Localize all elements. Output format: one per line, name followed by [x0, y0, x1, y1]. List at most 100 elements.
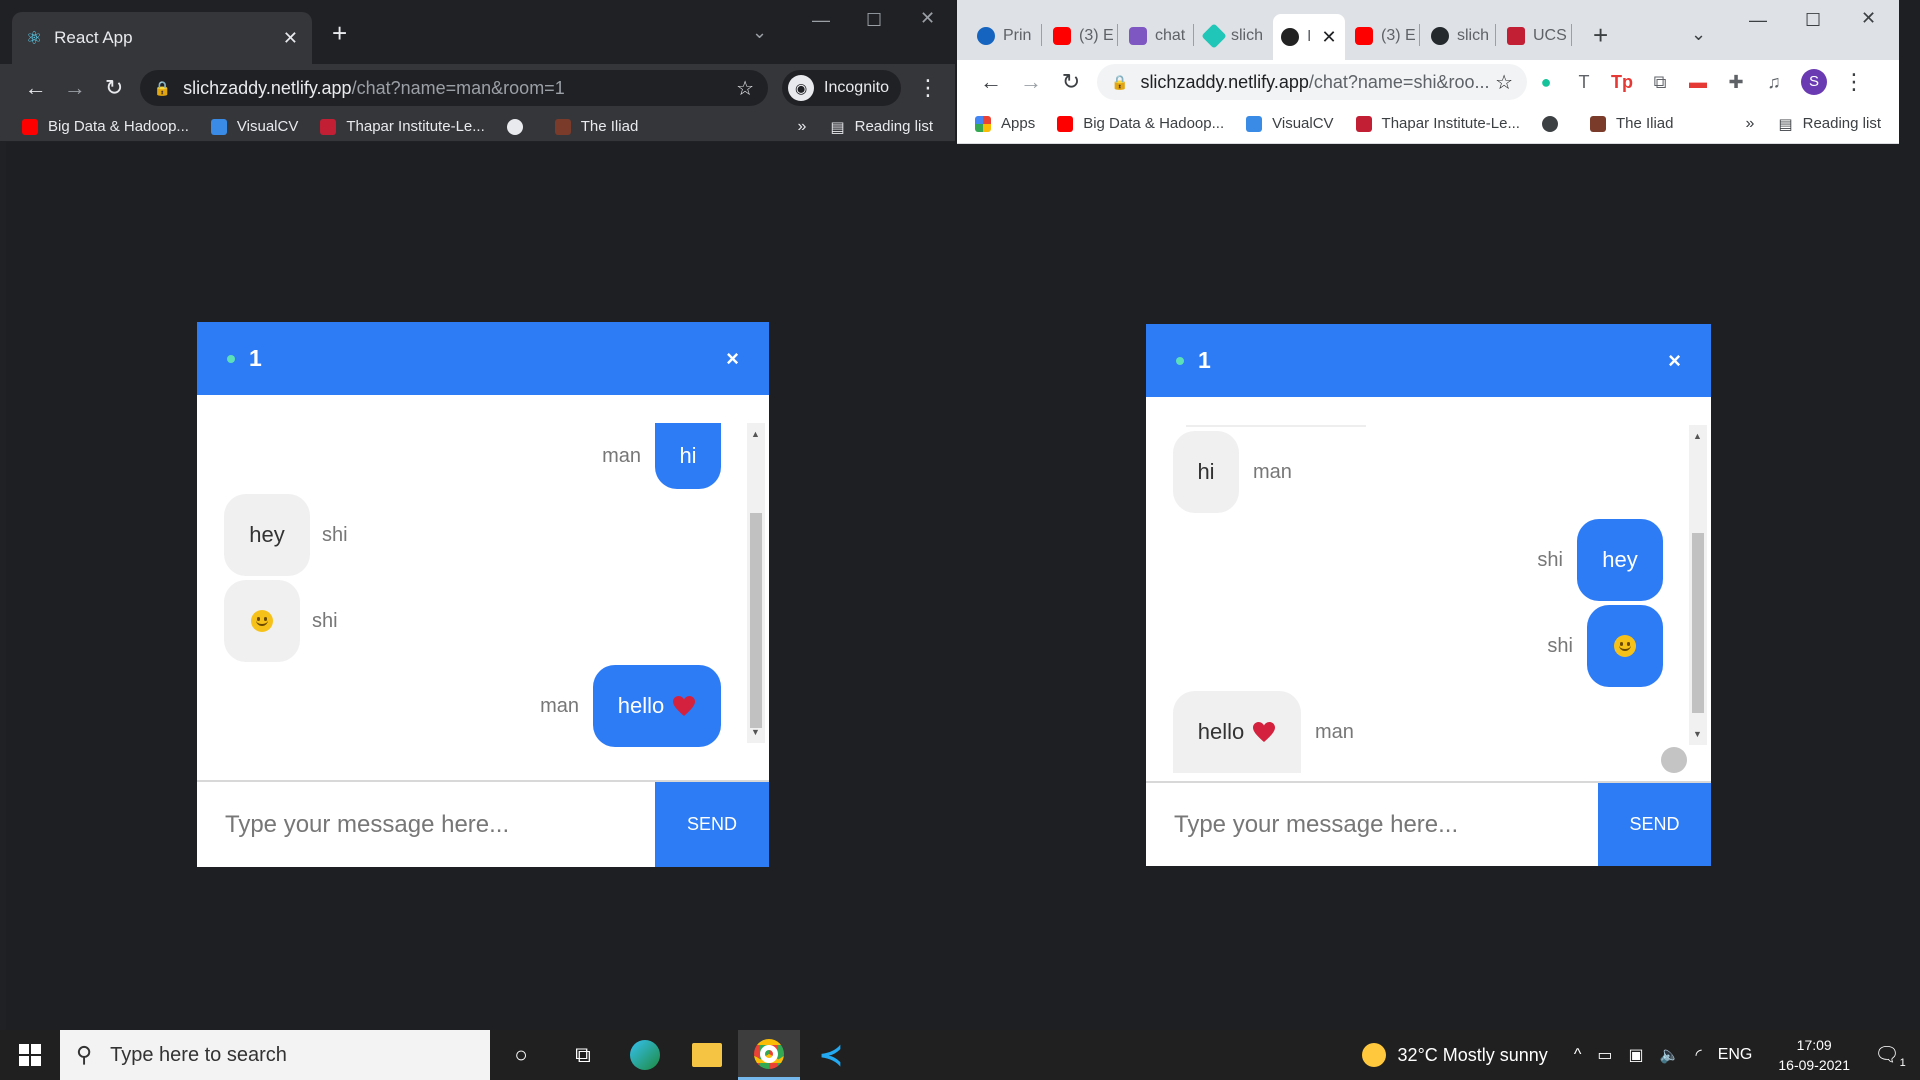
menu-kebab-icon[interactable]: ⋮: [917, 75, 939, 101]
notification-center-icon[interactable]: 🗨1: [1870, 1042, 1910, 1069]
scrollbar-thumb[interactable]: [1692, 533, 1704, 713]
text-extension-icon[interactable]: T: [1565, 72, 1603, 93]
tab-item[interactable]: UCS: [1507, 16, 1567, 56]
close-window-button[interactable]: ✕: [1861, 8, 1876, 29]
bookmark-item[interactable]: Big Data & Hadoop...: [22, 118, 189, 135]
recorder-extension-icon[interactable]: ▬: [1679, 72, 1717, 93]
translate-extension-icon[interactable]: ⧉: [1641, 72, 1679, 93]
tab-item[interactable]: (3) E: [1355, 16, 1416, 56]
more-bookmarks-icon[interactable]: »: [798, 118, 807, 136]
message-input[interactable]: [197, 782, 655, 867]
bookmark-item[interactable]: Thapar Institute-Le...: [1355, 115, 1520, 132]
scrollbar[interactable]: ▲ ▼: [747, 423, 765, 743]
bookmark-item[interactable]: Big Data & Hadoop...: [1057, 115, 1224, 132]
profile-avatar[interactable]: S: [1801, 69, 1827, 95]
tab-item[interactable]: slich: [1201, 16, 1263, 56]
send-button[interactable]: SEND: [1598, 783, 1711, 866]
maximize-button[interactable]: ☐: [1805, 10, 1821, 31]
bookmark-item[interactable]: VisualCV: [210, 118, 298, 135]
close-window-button[interactable]: ✕: [920, 8, 935, 29]
tab-search-icon[interactable]: ⌄: [752, 22, 767, 43]
file-explorer-icon[interactable]: [676, 1030, 738, 1080]
close-tab-icon[interactable]: ✕: [283, 28, 298, 49]
cortana-icon[interactable]: ○: [490, 1030, 552, 1080]
minimize-button[interactable]: —: [812, 10, 830, 31]
bookmark-item[interactable]: Thapar Institute-Le...: [320, 118, 485, 135]
reading-list-icon[interactable]: ▤: [830, 118, 844, 136]
send-button[interactable]: SEND: [655, 782, 769, 867]
reload-icon[interactable]: ↻: [94, 75, 133, 101]
volume-icon[interactable]: 🔈: [1660, 1045, 1680, 1065]
forward-icon[interactable]: →: [1011, 69, 1051, 95]
wifi-icon[interactable]: ◜: [1696, 1045, 1702, 1065]
back-icon[interactable]: ←: [16, 75, 55, 101]
maximize-button[interactable]: ☐: [866, 10, 882, 31]
tray-chevron-icon[interactable]: ^: [1574, 1046, 1582, 1064]
bookmark-item[interactable]: VisualCV: [1246, 115, 1334, 132]
reading-list-icon[interactable]: ▤: [1778, 115, 1792, 133]
message-input[interactable]: [1146, 783, 1598, 866]
scrollbar-thumb[interactable]: [750, 513, 762, 728]
edge-icon[interactable]: [614, 1030, 676, 1080]
tab-item[interactable]: slich: [1431, 16, 1489, 56]
scroll-up-arrow-icon[interactable]: ▲: [1693, 431, 1702, 441]
scroll-to-bottom-button[interactable]: [1661, 747, 1687, 773]
scroll-down-arrow-icon[interactable]: ▼: [751, 727, 760, 737]
tab-search-icon[interactable]: ⌄: [1691, 24, 1706, 45]
weather-widget[interactable]: 32°C Mostly sunny: [1361, 1043, 1548, 1067]
bookmark-item[interactable]: The Iliad: [1589, 115, 1674, 132]
start-button[interactable]: [0, 1030, 60, 1080]
media-control-icon[interactable]: ♫: [1755, 72, 1793, 93]
message-bubble: [1587, 605, 1663, 687]
more-bookmarks-icon[interactable]: »: [1746, 115, 1755, 133]
scrollbar[interactable]: ▲ ▼: [1689, 425, 1707, 745]
chrome-icon[interactable]: [738, 1030, 800, 1080]
tab-react-app[interactable]: ⚛ React App ✕: [12, 12, 312, 64]
task-view-icon[interactable]: ⧉: [552, 1030, 614, 1080]
reload-icon[interactable]: ↻: [1051, 69, 1091, 95]
bookmark-item[interactable]: [506, 118, 533, 135]
vscode-icon[interactable]: ≺: [800, 1030, 862, 1080]
scroll-up-arrow-icon[interactable]: ▲: [751, 429, 760, 439]
close-chat-button[interactable]: ×: [726, 346, 739, 372]
tab-item[interactable]: Prin: [977, 16, 1031, 56]
tp-extension-icon[interactable]: Tp: [1603, 72, 1641, 93]
tab-strip: Prin (3) E chat slich I ✕ (3) E slich UCS…: [957, 0, 1899, 60]
message-list[interactable]: hi man shi hey shi hello man ▲ ▼: [1146, 397, 1711, 781]
taskbar-search[interactable]: ⚲ Type here to search: [60, 1030, 490, 1080]
bookmark-star-icon[interactable]: ☆: [736, 76, 754, 101]
visualcv-icon: [1246, 115, 1263, 132]
forward-icon[interactable]: →: [55, 75, 94, 101]
scroll-down-arrow-icon[interactable]: ▼: [1693, 729, 1702, 739]
message-list[interactable]: man hi hey shi shi man hello ▲ ▼: [197, 395, 769, 780]
tab-item[interactable]: chat: [1129, 16, 1185, 56]
close-tab-icon[interactable]: ✕: [1321, 27, 1336, 48]
clock[interactable]: 17:09 16-09-2021: [1778, 1035, 1850, 1075]
message-composer: SEND: [1146, 781, 1711, 866]
new-tab-button[interactable]: +: [1593, 20, 1608, 51]
incognito-badge[interactable]: ◉ Incognito: [782, 70, 901, 106]
grammarly-icon[interactable]: ●: [1527, 72, 1565, 93]
tab-active[interactable]: I ✕: [1273, 14, 1345, 60]
tab-item[interactable]: (3) E: [1053, 16, 1114, 56]
language-indicator[interactable]: ENG: [1718, 1046, 1753, 1064]
minimize-button[interactable]: —: [1749, 10, 1767, 31]
chat-header: 1 ×: [1146, 324, 1711, 397]
bookmark-apps[interactable]: Apps: [975, 115, 1035, 132]
reading-list-label[interactable]: Reading list: [855, 118, 933, 135]
reading-list-label[interactable]: Reading list: [1803, 115, 1881, 132]
menu-kebab-icon[interactable]: ⋮: [1843, 69, 1865, 95]
close-chat-button[interactable]: ×: [1668, 348, 1681, 374]
notification-count: 1: [1899, 1056, 1906, 1069]
back-icon[interactable]: ←: [971, 69, 1011, 95]
address-bar[interactable]: 🔒 slichzaddy.netlify.app /chat?name=man&…: [139, 70, 769, 106]
new-tab-button[interactable]: +: [332, 18, 347, 49]
address-bar[interactable]: 🔒 slichzaddy.netlify.app /chat?name=shi&…: [1097, 64, 1527, 100]
puzzle-extensions-icon[interactable]: ✚: [1717, 72, 1755, 93]
bookmark-item[interactable]: The Iliad: [554, 118, 638, 135]
bookmark-item[interactable]: [1541, 115, 1568, 132]
meet-now-icon[interactable]: ▣: [1628, 1045, 1643, 1065]
bookmarks-bar: Big Data & Hadoop... VisualCV Thapar Ins…: [0, 112, 955, 142]
bookmark-star-icon[interactable]: ☆: [1495, 70, 1513, 95]
battery-icon[interactable]: ▭: [1597, 1045, 1612, 1065]
